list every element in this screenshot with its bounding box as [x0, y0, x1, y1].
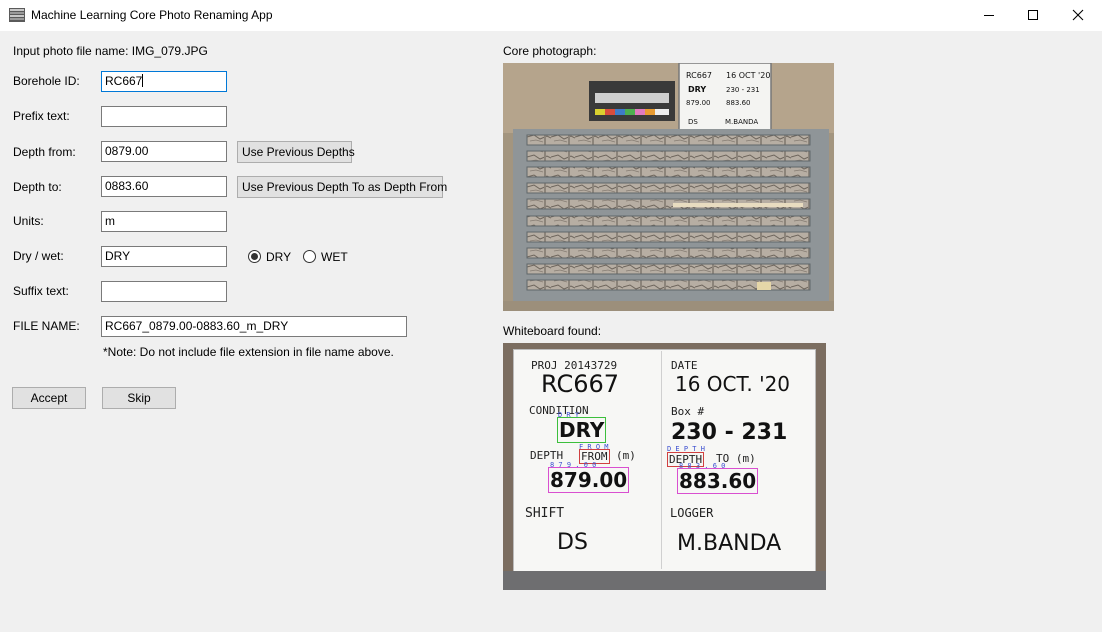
wet-radio-label[interactable]: WET — [321, 250, 348, 264]
core-board-date: 16 OCT '20 — [726, 71, 770, 80]
borehole-label: Borehole ID: — [13, 74, 80, 88]
minimize-button[interactable] — [966, 0, 1012, 31]
extension-note: *Note: Do not include file extension in … — [103, 345, 394, 359]
whiteboard-tray — [503, 571, 826, 590]
wb-from-unit: (m) — [616, 449, 636, 462]
use-previous-depth-to-button[interactable]: Use Previous Depth To as Depth From — [237, 176, 447, 198]
depth-to-label: Depth to: — [13, 180, 62, 194]
core-board-shift: DS — [688, 118, 698, 126]
wb-borehole: RC667 — [541, 370, 620, 398]
app-grid-icon — [9, 8, 25, 22]
skip-button[interactable]: Skip — [102, 387, 176, 409]
use-previous-depths-button[interactable]: Use Previous Depths — [237, 141, 355, 163]
filename-input[interactable]: RC667_0879.00-0883.60_m_DRY — [101, 316, 407, 337]
drywet-label: Dry / wet: — [13, 249, 64, 263]
wb-date: 16 OCT. '20 — [675, 372, 791, 396]
wb-condition: DRY — [557, 417, 607, 443]
wb-date-label: DATE — [671, 359, 698, 372]
dry-radio[interactable] — [248, 250, 261, 263]
depth-from-label: Depth from: — [13, 145, 76, 159]
close-icon — [1072, 9, 1084, 21]
units-input[interactable]: m — [101, 211, 227, 232]
wb-to-value: 883.60 — [677, 468, 759, 494]
title-bar: Machine Learning Core Photo Renaming App — [0, 0, 1102, 32]
core-board-from: 879.00 — [686, 99, 711, 107]
borehole-input[interactable]: RC667 — [101, 71, 227, 92]
suffix-label: Suffix text: — [13, 284, 69, 298]
wb-logger-label: LOGGER — [670, 506, 714, 520]
input-photo-label: Input photo file name: IMG_079.JPG — [13, 44, 208, 58]
whiteboard-label: Whiteboard found: — [503, 324, 602, 338]
prefix-input[interactable] — [101, 106, 227, 127]
filename-label: FILE NAME: — [13, 319, 80, 333]
window-title: Machine Learning Core Photo Renaming App — [31, 8, 273, 22]
depth-from-input[interactable]: 0879.00 — [101, 141, 227, 162]
dry-radio-label[interactable]: DRY — [266, 250, 291, 264]
core-board-to: 883.60 — [726, 99, 751, 107]
wb-box-label: Box # — [671, 405, 705, 418]
whiteboard-divider — [661, 351, 662, 569]
wb-shift-label: SHIFT — [525, 506, 565, 521]
accept-button[interactable]: Accept — [12, 387, 86, 409]
close-button[interactable] — [1055, 0, 1101, 31]
drywet-input[interactable]: DRY — [101, 246, 227, 267]
suffix-input[interactable] — [101, 281, 227, 302]
core-photograph: RC667 16 OCT '20 DRY 230 - 231 879.00 88… — [503, 63, 834, 311]
wb-shift: DS — [557, 530, 588, 555]
maximize-button[interactable] — [1010, 0, 1056, 31]
minimize-icon — [984, 15, 994, 16]
maximize-icon — [1028, 10, 1038, 20]
prefix-label: Prefix text: — [13, 109, 70, 123]
units-label: Units: — [13, 214, 44, 228]
core-photo-label: Core photograph: — [503, 44, 597, 58]
wb-from-value: 879.00 — [548, 467, 630, 493]
core-board-borehole: RC667 — [686, 71, 712, 80]
core-board-box: 230 - 231 — [726, 86, 760, 94]
core-board-condition: DRY — [688, 85, 706, 94]
depth-to-input[interactable]: 0883.60 — [101, 176, 227, 197]
wb-logger: M.BANDA — [677, 531, 782, 556]
core-board-logger: M.BANDA — [725, 118, 758, 126]
whiteboard-image: PROJ 20143729 RC667 DATE 16 OCT. '20 CON… — [503, 343, 826, 590]
wet-radio[interactable] — [303, 250, 316, 263]
wb-box: 230 - 231 — [671, 420, 788, 445]
